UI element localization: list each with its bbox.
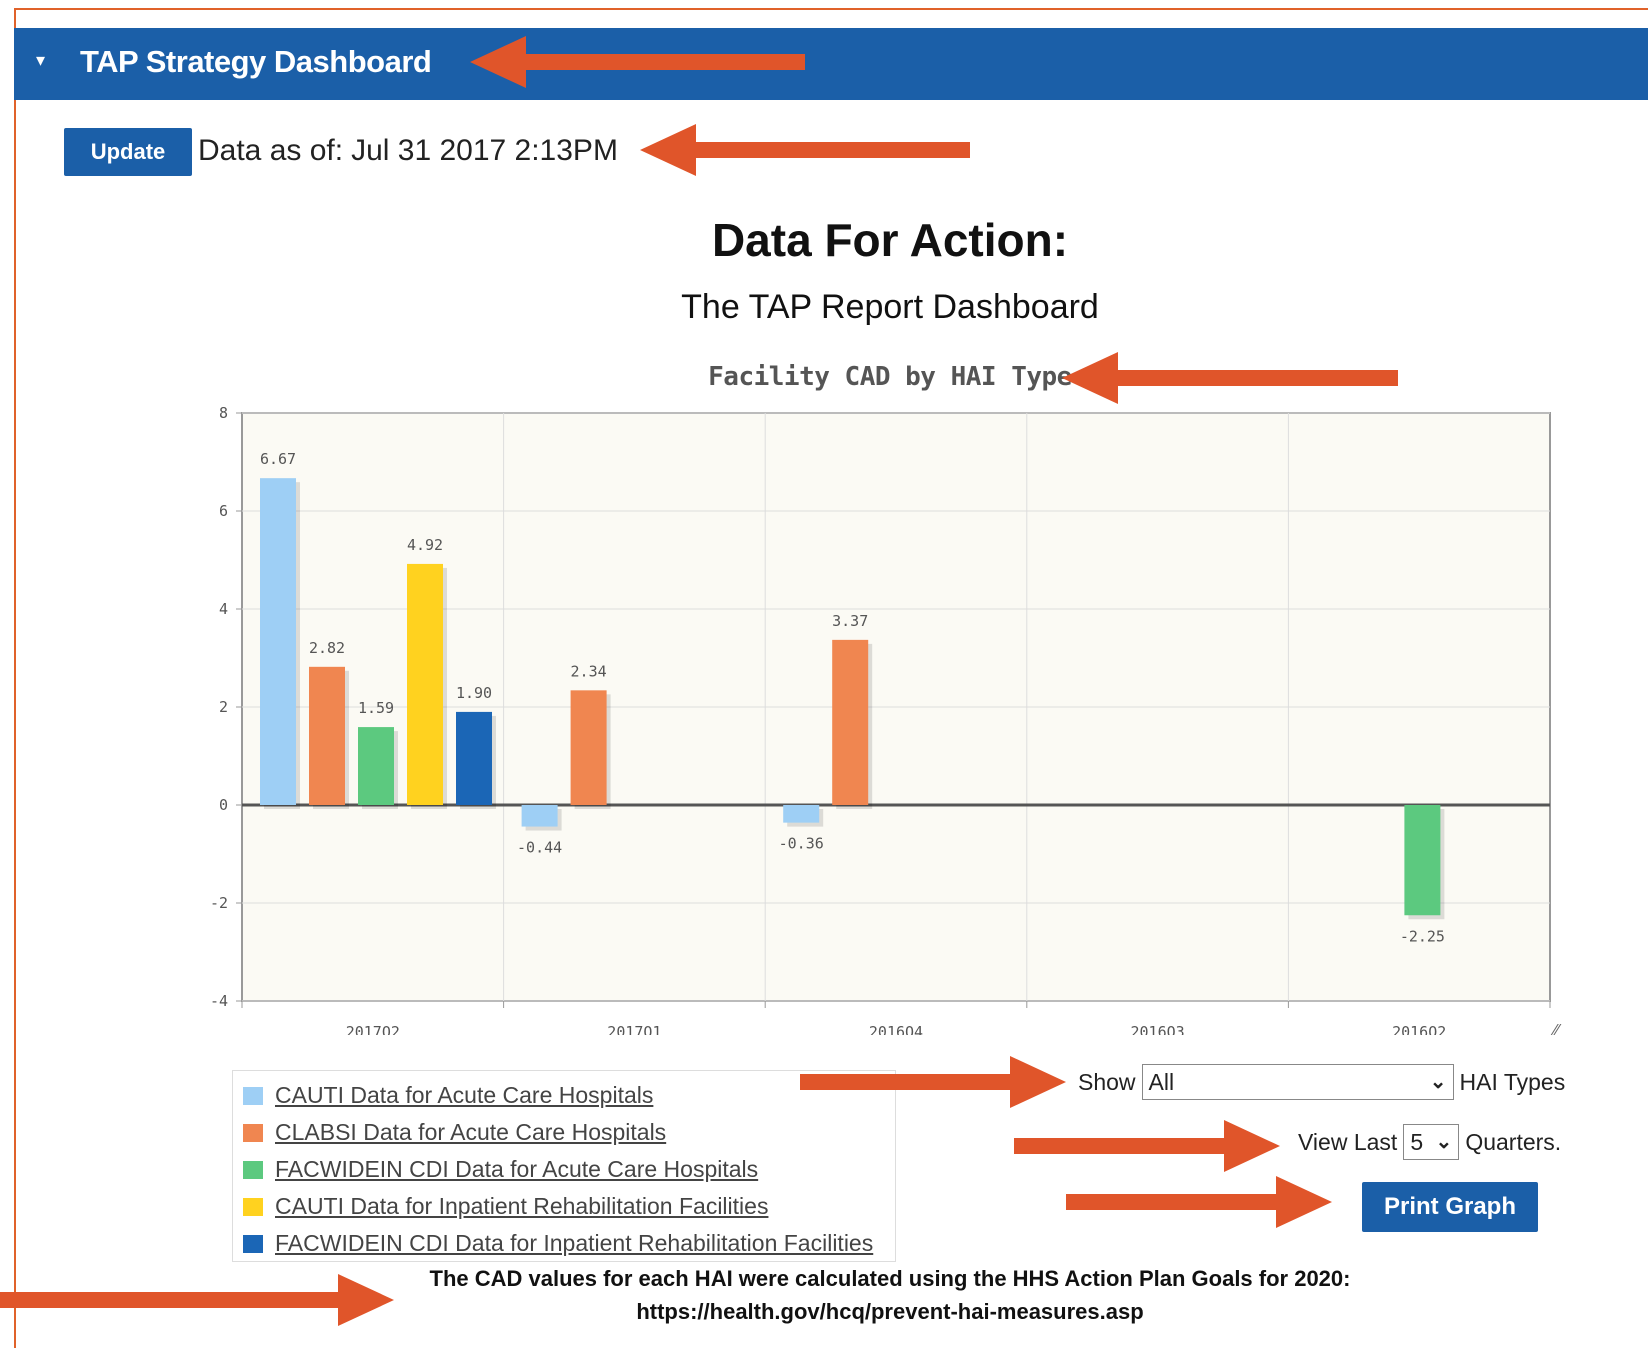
- bar: [783, 805, 820, 823]
- y-tick-label: -4: [210, 992, 228, 1010]
- collapse-caret-icon[interactable]: ▾: [36, 50, 45, 71]
- data-as-of-value: Jul 31 2017 2:13PM: [351, 134, 618, 167]
- resize-handle-icon: ⁄⁄: [1550, 1022, 1562, 1035]
- legend-swatch: [243, 1234, 263, 1253]
- bar: [1404, 805, 1441, 916]
- y-tick-label: -2: [210, 894, 228, 912]
- quarters-select[interactable]: 5 ⌄: [1403, 1124, 1460, 1160]
- quarters-select-value: 5: [1410, 1128, 1424, 1155]
- page-title: Data For Action:: [711, 214, 1069, 266]
- view-last-row: View Last 5 ⌄ Quarters.: [1298, 1124, 1561, 1160]
- show-suffix: HAI Types: [1459, 1068, 1566, 1095]
- data-label: -2.25: [1400, 927, 1445, 945]
- legend-item[interactable]: FACWIDEIN CDI Data for Inpatient Rehabil…: [233, 1225, 895, 1262]
- x-tick-label: 2016Q4: [869, 1023, 923, 1035]
- legend-swatch: [243, 1197, 263, 1216]
- footnote-line1: The CAD values for each HAI were calcula…: [429, 1266, 1351, 1291]
- view-last-label: View Last: [1298, 1128, 1398, 1155]
- footnote-link[interactable]: https://health.gov/hcq/prevent-hai-measu…: [0, 1295, 1648, 1328]
- bar: [260, 478, 296, 805]
- bar-chart: 8 6 4 2 0 -2 -4 2017Q2 2017Q1 2016Q4 2016Q3 2016Q2 6…: [210, 404, 1562, 1035]
- show-filter-row: Show All ⌄ HAI Types: [1078, 1064, 1565, 1100]
- legend-item[interactable]: CLABSI Data for Acute Care Hospitals: [233, 1114, 895, 1151]
- hai-type-select-value: All: [1148, 1068, 1175, 1095]
- data-label: 2.82: [309, 639, 345, 657]
- legend-item[interactable]: CAUTI Data for Inpatient Rehabilitation …: [233, 1188, 895, 1225]
- chart-title: Facility CAD by HAI Type: [708, 362, 1072, 392]
- data-label: 4.92: [407, 536, 443, 554]
- x-tick-label: 2017Q1: [607, 1023, 661, 1035]
- legend-label[interactable]: CAUTI Data for Acute Care Hospitals: [275, 1082, 653, 1109]
- legend-item[interactable]: FACWIDEIN CDI Data for Acute Care Hospit…: [233, 1151, 895, 1188]
- legend-swatch: [243, 1086, 263, 1105]
- y-tick-label: 4: [219, 600, 228, 618]
- legend-swatch: [243, 1123, 263, 1142]
- chevron-down-icon: ⌄: [1429, 1071, 1447, 1093]
- data-label: 1.90: [456, 684, 492, 702]
- chevron-down-icon: ⌄: [1435, 1131, 1453, 1153]
- print-graph-button[interactable]: Print Graph: [1362, 1182, 1538, 1232]
- bar: [309, 666, 345, 805]
- bar: [358, 727, 394, 805]
- legend-label[interactable]: FACWIDEIN CDI Data for Inpatient Rehabil…: [275, 1230, 873, 1257]
- x-tick-label: 2016Q2: [1392, 1023, 1446, 1035]
- dashboard-header[interactable]: ▾ TAP Strategy Dashboard: [14, 28, 1648, 100]
- data-label: 3.37: [832, 612, 868, 630]
- dashboard-title: TAP Strategy Dashboard: [80, 44, 432, 79]
- data-as-of: Data as of: Jul 31 2017 2:13PM: [198, 134, 618, 168]
- data-label: -0.44: [517, 839, 562, 857]
- legend-label[interactable]: FACWIDEIN CDI Data for Acute Care Hospit…: [275, 1156, 758, 1183]
- view-last-suffix: Quarters.: [1465, 1128, 1562, 1155]
- y-tick-label: 6: [219, 502, 228, 520]
- legend-label[interactable]: CAUTI Data for Inpatient Rehabilitation …: [275, 1193, 768, 1220]
- page-subtitle: The TAP Report Dashboard: [681, 288, 1099, 326]
- x-tick-label: 2016Q3: [1131, 1023, 1185, 1035]
- y-tick-label: 0: [219, 796, 228, 814]
- chart-legend: CAUTI Data for Acute Care Hospitals CLABS…: [232, 1070, 896, 1262]
- update-button[interactable]: Update: [64, 128, 192, 176]
- bar: [407, 563, 443, 805]
- x-tick-label: 2017Q2: [346, 1023, 400, 1035]
- bar: [570, 690, 607, 805]
- y-tick-label: 8: [219, 404, 228, 422]
- data-as-of-label: Data as of:: [198, 134, 344, 167]
- bar: [832, 639, 869, 805]
- y-tick-label: 2: [219, 698, 228, 716]
- bar: [456, 711, 492, 805]
- data-label: 1.59: [358, 699, 394, 717]
- footnote: The CAD values for each HAI were calcula…: [0, 1262, 1648, 1328]
- data-label: 6.67: [260, 450, 296, 468]
- legend-label[interactable]: CLABSI Data for Acute Care Hospitals: [275, 1119, 666, 1146]
- bar: [521, 805, 558, 827]
- data-label: 2.34: [571, 662, 607, 680]
- data-label: -0.36: [779, 835, 824, 853]
- legend-swatch: [243, 1160, 263, 1179]
- hai-type-select[interactable]: All ⌄: [1141, 1064, 1454, 1100]
- show-label: Show: [1078, 1068, 1136, 1095]
- legend-item[interactable]: CAUTI Data for Acute Care Hospitals: [233, 1077, 895, 1114]
